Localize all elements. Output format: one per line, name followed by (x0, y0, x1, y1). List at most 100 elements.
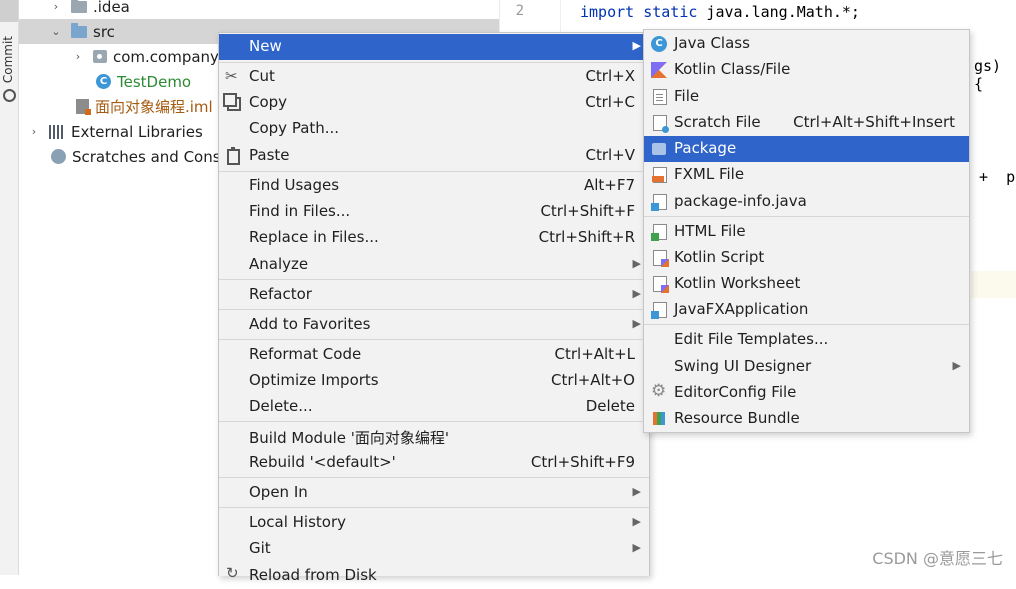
java-class-icon: C (96, 74, 111, 89)
menu-item-label: Kotlin Script (674, 248, 765, 266)
scratch-file-icon (653, 115, 669, 133)
menu-item-label: Scratch File (674, 113, 761, 131)
menu-item-label: Delete... (249, 397, 313, 415)
menu-item-new[interactable]: New ▶ (219, 34, 649, 60)
submenu-item-kotlin-worksheet[interactable]: Kotlin Worksheet (644, 271, 969, 297)
menu-item-copy[interactable]: Copy Ctrl+C (219, 90, 649, 116)
menu-item-shortcut: Ctrl+Alt+O (551, 371, 635, 389)
menu-item-find-in-files[interactable]: Find in Files... Ctrl+Shift+F (219, 199, 649, 225)
menu-item-label: Find in Files... (249, 202, 351, 220)
menu-item-reformat-code[interactable]: Reformat Code Ctrl+Alt+L (219, 342, 649, 368)
submenu-item-scratch-file[interactable]: Scratch File Ctrl+Alt+Shift+Insert (644, 110, 969, 136)
menu-item-build-module[interactable]: Build Module '面向对象编程' (219, 424, 649, 450)
submenu-item-package[interactable]: Package (644, 136, 969, 162)
menu-item-shortcut: Ctrl+Alt+L (554, 345, 636, 363)
menu-item-label: Git (249, 539, 271, 557)
menu-item-label: Package (674, 139, 737, 157)
menu-item-find-usages[interactable]: Find Usages Alt+F7 (219, 173, 649, 199)
reload-icon (225, 564, 241, 584)
commit-tab-label[interactable]: Commit (1, 36, 15, 83)
menu-item-git[interactable]: Git ▶ (219, 536, 649, 562)
menu-separator (219, 507, 649, 508)
submenu-item-swing-ui-designer[interactable]: Swing UI Designer ▶ (644, 354, 969, 380)
menu-item-delete[interactable]: Delete... Delete (219, 394, 649, 420)
submenu-item-kotlin-script[interactable]: Kotlin Script (644, 245, 969, 271)
menu-separator (219, 309, 649, 310)
submenu-arrow-icon: ▶ (632, 485, 641, 498)
submenu-item-editorconfig[interactable]: EditorConfig File (644, 380, 969, 406)
menu-item-label: EditorConfig File (674, 383, 797, 401)
chevron-right-icon[interactable]: › (71, 50, 85, 63)
code-keyword: import (580, 3, 635, 21)
package-icon (652, 143, 666, 155)
menu-item-local-history[interactable]: Local History ▶ (219, 510, 649, 536)
menu-item-label: Find Usages (249, 176, 340, 194)
submenu-arrow-icon: ▶ (632, 541, 641, 554)
gear-icon (651, 381, 667, 401)
menu-item-label: Rebuild '<default>' (249, 453, 396, 471)
menu-item-add-to-favorites[interactable]: Add to Favorites ▶ (219, 312, 649, 338)
submenu-item-edit-file-templates[interactable]: Edit File Templates... (644, 327, 969, 353)
code-fragment: gs) { (974, 57, 1002, 93)
resource-bundle-icon (653, 412, 665, 425)
module-file-icon (76, 99, 91, 115)
submenu-item-kotlin-class[interactable]: Kotlin Class/File (644, 57, 969, 83)
menu-item-label: Edit File Templates... (674, 330, 829, 348)
kotlin-script-icon (653, 250, 669, 267)
menu-item-copy-path[interactable]: Copy Path... (219, 116, 649, 142)
menu-item-cut[interactable]: Cut Ctrl+X (219, 64, 649, 90)
submenu-item-resource-bundle[interactable]: Resource Bundle (644, 406, 969, 432)
menu-item-label: Refactor (249, 285, 312, 303)
menu-item-open-in[interactable]: Open In ▶ (219, 480, 649, 506)
java-file-icon (651, 194, 667, 211)
menu-item-refactor[interactable]: Refactor ▶ (219, 282, 649, 308)
menu-item-reload-from-disk[interactable]: Reload from Disk (219, 563, 649, 589)
tree-row-idea[interactable]: › .idea (49, 0, 499, 19)
commit-icon[interactable] (3, 89, 16, 102)
package-icon (93, 50, 107, 63)
submenu-item-fxml-file[interactable]: FXML File (644, 162, 969, 188)
source-folder-icon (71, 22, 87, 38)
chevron-right-icon[interactable]: › (49, 0, 63, 13)
menu-item-label: Paste (249, 146, 290, 164)
menu-separator (219, 477, 649, 478)
chevron-down-icon[interactable]: ⌄ (49, 25, 63, 38)
html-file-icon (651, 224, 667, 241)
menu-item-label: HTML File (674, 222, 746, 240)
menu-item-label: Resource Bundle (674, 409, 800, 427)
menu-item-label: Reload from Disk (249, 566, 377, 584)
submenu-item-java-class[interactable]: C Java Class (644, 31, 969, 57)
menu-item-label: Open In (249, 483, 308, 501)
scissors-icon (225, 67, 241, 85)
menu-item-paste[interactable]: Paste Ctrl+V (219, 143, 649, 169)
menu-item-shortcut: Ctrl+X (585, 67, 635, 85)
file-icon (653, 89, 667, 105)
menu-item-shortcut: Ctrl+Shift+F (540, 202, 635, 220)
copy-icon (223, 93, 241, 111)
menu-item-shortcut: Ctrl+Shift+R (538, 228, 635, 246)
code-fragment: + p (979, 168, 1016, 186)
code-keyword: static (643, 3, 698, 21)
menu-item-optimize-imports[interactable]: Optimize Imports Ctrl+Alt+O (219, 368, 649, 394)
paste-icon (227, 147, 240, 165)
context-menu: New ▶ Cut Ctrl+X Copy Ctrl+C Copy Path..… (218, 32, 650, 584)
menu-separator (644, 324, 969, 325)
watermark: CSDN @意愿三七 (872, 549, 1003, 568)
submenu-item-javafx-application[interactable]: JavaFXApplication (644, 297, 969, 323)
tree-label: com.company (113, 47, 219, 66)
submenu-item-package-info[interactable]: package-info.java (644, 189, 969, 215)
menu-item-analyze[interactable]: Analyze ▶ (219, 252, 649, 278)
tree-label: src (93, 22, 115, 41)
menu-item-label: Optimize Imports (249, 371, 379, 389)
menu-item-replace-in-files[interactable]: Replace in Files... Ctrl+Shift+R (219, 225, 649, 251)
tree-label: 面向对象编程.iml (95, 98, 213, 116)
menu-separator (644, 216, 969, 217)
submenu-item-file[interactable]: File (644, 84, 969, 110)
chevron-right-icon[interactable]: › (27, 125, 41, 138)
left-tool-strip: Commit (0, 0, 19, 575)
menu-item-rebuild[interactable]: Rebuild '<default>' Ctrl+Shift+F9 (219, 450, 649, 476)
code-line: import static java.lang.Math.*; (580, 3, 860, 21)
tool-window-tab[interactable] (0, 0, 18, 22)
submenu-item-html-file[interactable]: HTML File (644, 219, 969, 245)
menu-separator (219, 171, 649, 172)
